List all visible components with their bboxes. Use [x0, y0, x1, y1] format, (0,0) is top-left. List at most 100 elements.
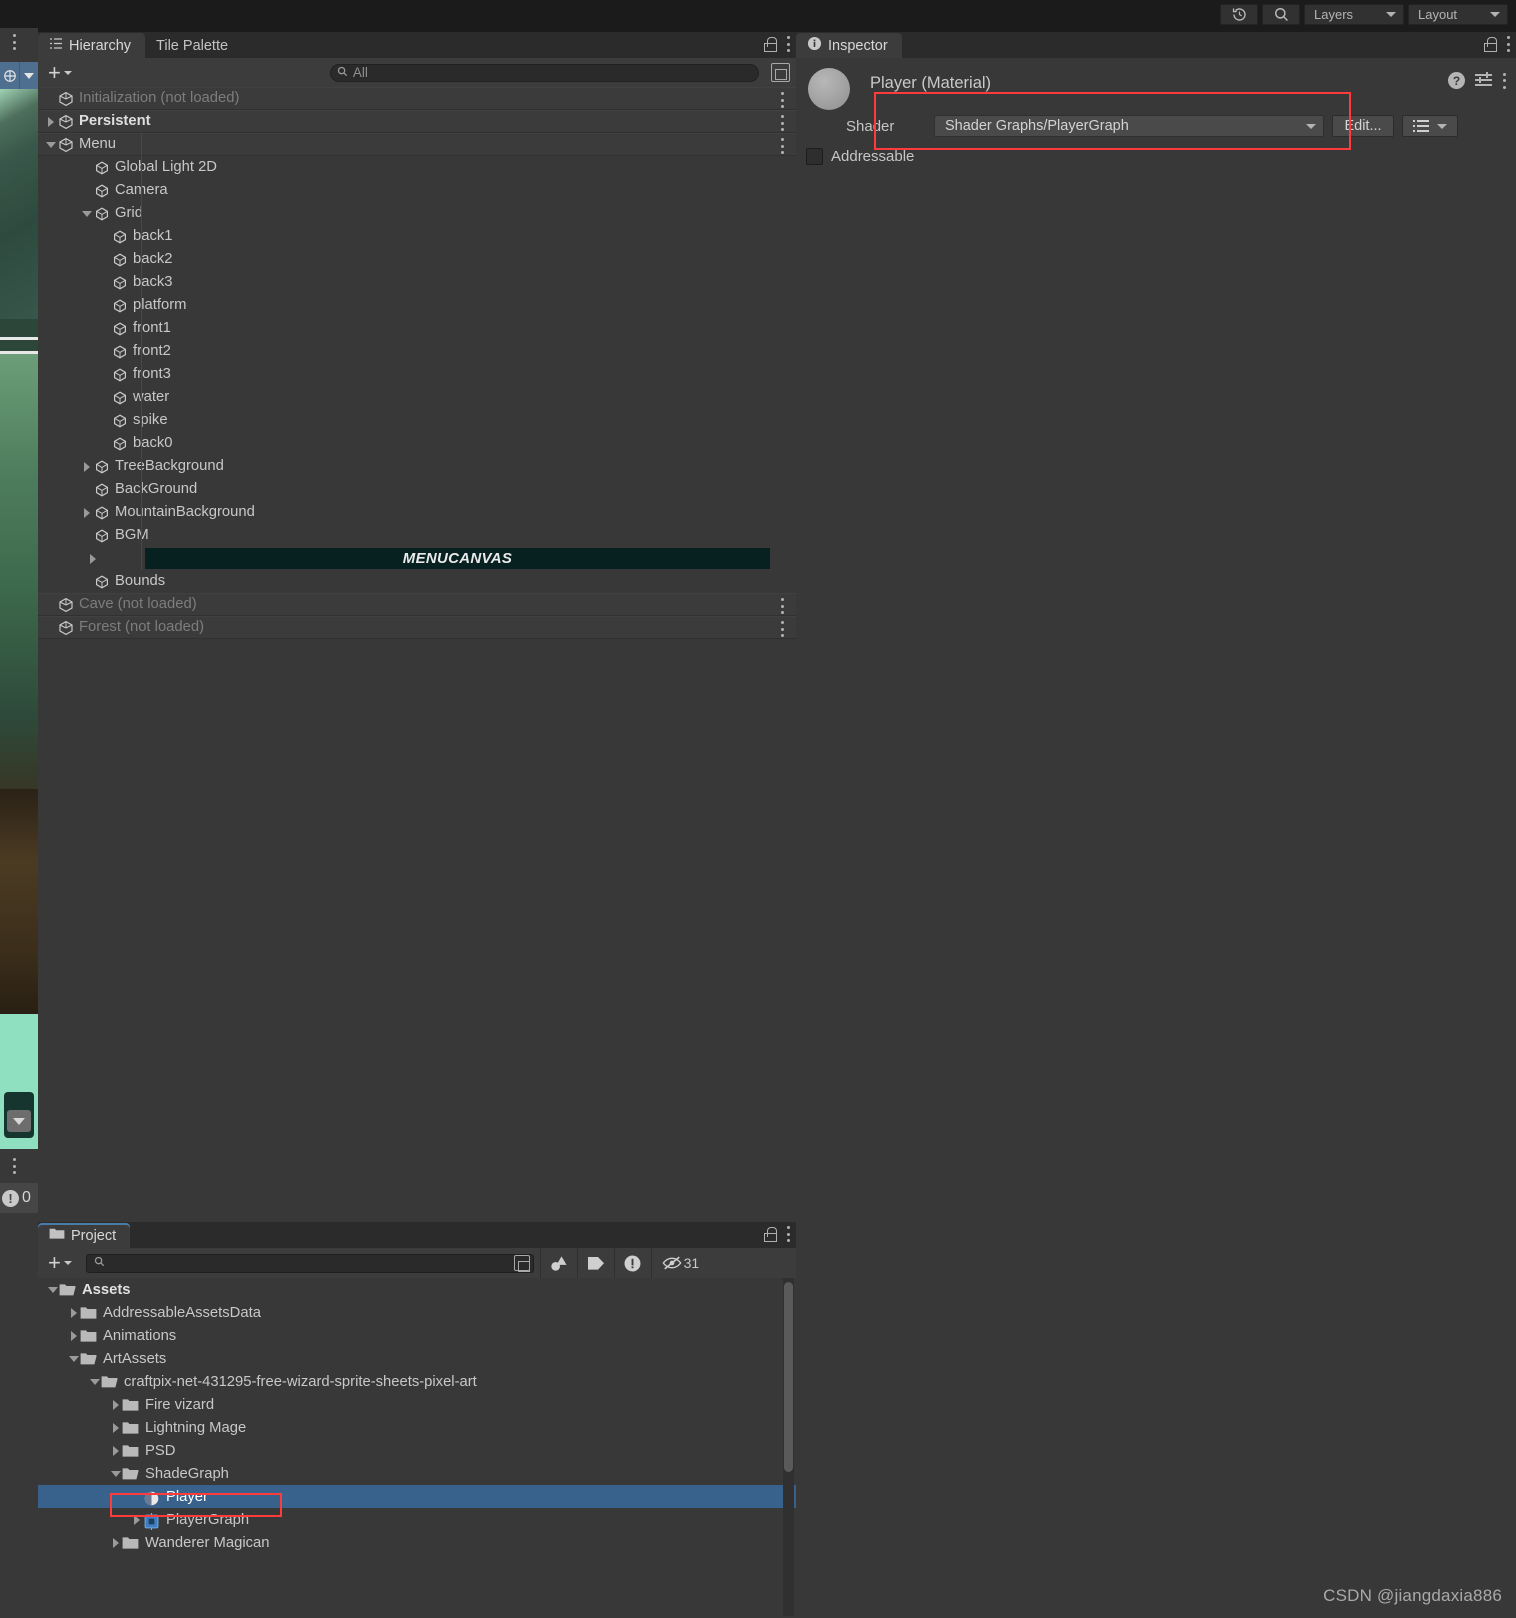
hierarchy-item-menucanvas[interactable]: MENUCANVAS: [38, 547, 796, 570]
layers-dropdown[interactable]: Layers: [1304, 3, 1404, 25]
lock-icon[interactable]: [763, 1226, 777, 1242]
scene-overlay-dropdown[interactable]: [0, 1081, 38, 1149]
expand-arrow-icon[interactable]: [109, 1393, 122, 1416]
expand-arrow-icon[interactable]: [44, 110, 57, 133]
scene-row-kebab-icon[interactable]: [780, 598, 784, 614]
hierarchy-item-treebackground[interactable]: TreeBackground: [38, 455, 796, 478]
hierarchy-item-back3[interactable]: back3: [38, 271, 796, 294]
expand-arrow-icon[interactable]: [86, 547, 99, 570]
project-item-craftpix-net-431295-free-wizard-sprite-sheets-pixel-art[interactable]: craftpix-net-431295-free-wizard-sprite-s…: [38, 1370, 796, 1393]
project-item-wanderer-magican[interactable]: Wanderer Magican: [38, 1531, 796, 1554]
hierarchy-item-global-light-2d[interactable]: Global Light 2D: [38, 156, 796, 179]
project-item-playergraph[interactable]: PlayerGraph: [38, 1508, 796, 1531]
expand-arrow-icon[interactable]: [80, 455, 93, 478]
scene-row-kebab-icon[interactable]: [780, 92, 784, 108]
project-item-artassets[interactable]: ArtAssets: [38, 1347, 796, 1370]
hierarchy-item-spike[interactable]: spike: [38, 409, 796, 432]
hierarchy-kebab-icon[interactable]: [786, 36, 790, 52]
shape-filter-icon[interactable]: [539, 1248, 577, 1278]
hierarchy-item-initialization-not-loaded[interactable]: Initialization (not loaded): [38, 87, 796, 110]
create-asset-button[interactable]: +: [44, 1252, 76, 1274]
history-icon[interactable]: [1220, 3, 1258, 25]
project-item-fire-vizard[interactable]: Fire vizard: [38, 1393, 796, 1416]
expand-arrow-icon[interactable]: [130, 1508, 143, 1531]
hierarchy-item-menu[interactable]: Menu: [38, 133, 796, 156]
hierarchy-item-label: back2: [133, 251, 173, 267]
hierarchy-item-front1[interactable]: front1: [38, 317, 796, 340]
hidden-assets-toggle[interactable]: 31: [650, 1248, 709, 1278]
popout-icon[interactable]: [513, 1255, 530, 1272]
expand-arrow-icon[interactable]: [67, 1301, 80, 1324]
project-item-animations[interactable]: Animations: [38, 1324, 796, 1347]
tab-tile-palette[interactable]: Tile Palette: [145, 33, 242, 58]
expand-arrow-icon[interactable]: [46, 1278, 59, 1301]
hierarchy-item-back1[interactable]: back1: [38, 225, 796, 248]
status-bar-warnings[interactable]: ! 0: [0, 1183, 38, 1213]
expand-arrow-icon[interactable]: [109, 1531, 122, 1554]
hierarchy-item-background[interactable]: BackGround: [38, 478, 796, 501]
tab-inspector[interactable]: Inspector: [796, 33, 902, 58]
hierarchy-item-mountainbackground[interactable]: MountainBackground: [38, 501, 796, 524]
layout-dropdown[interactable]: Layout: [1408, 3, 1508, 25]
hierarchy-item-front3[interactable]: front3: [38, 363, 796, 386]
hierarchy-item-bounds[interactable]: Bounds: [38, 570, 796, 593]
project-item-assets[interactable]: Assets: [38, 1278, 796, 1301]
hierarchy-toolbar: + All: [38, 58, 796, 87]
expand-arrow-icon[interactable]: [109, 1439, 122, 1462]
project-item-player[interactable]: Player: [38, 1485, 796, 1508]
project-item-psd[interactable]: PSD: [38, 1439, 796, 1462]
scene-kebab-icon-2[interactable]: [12, 1158, 16, 1174]
scene-row-kebab-icon[interactable]: [780, 115, 784, 131]
material-kebab-icon[interactable]: [1502, 72, 1506, 89]
preset-icon[interactable]: [1475, 72, 1492, 88]
hierarchy-item-grid[interactable]: Grid: [38, 202, 796, 225]
hierarchy-item-forest-not-loaded[interactable]: Forest (not loaded): [38, 616, 796, 639]
project-item-addressableassetsdata[interactable]: AddressableAssetsData: [38, 1301, 796, 1324]
expand-arrow-icon[interactable]: [109, 1462, 122, 1485]
add-gameobject-button[interactable]: +: [44, 61, 76, 83]
hierarchy-tree[interactable]: Initialization (not loaded) Persistent Men…: [38, 87, 796, 639]
expand-arrow-icon[interactable]: [80, 501, 93, 524]
hierarchy-search-input[interactable]: All: [329, 63, 759, 82]
hierarchy-item-camera[interactable]: Camera: [38, 179, 796, 202]
expand-arrow-icon[interactable]: [88, 1370, 101, 1393]
popout-icon[interactable]: [771, 63, 790, 82]
search-icon[interactable]: [1262, 3, 1300, 25]
project-kebab-icon[interactable]: [786, 1226, 790, 1242]
project-tree[interactable]: Assets AddressableAssetsData Animations Art…: [38, 1278, 796, 1616]
project-search-input[interactable]: [85, 1253, 534, 1273]
help-icon[interactable]: ?: [1448, 72, 1465, 89]
addressable-row[interactable]: Addressable: [796, 148, 1516, 165]
warning-filter-icon[interactable]: [613, 1248, 651, 1278]
addressable-checkbox[interactable]: [806, 148, 823, 165]
expand-arrow-icon[interactable]: [67, 1324, 80, 1347]
inspector-kebab-icon[interactable]: [1506, 36, 1510, 52]
scene-kebab-icon[interactable]: [12, 34, 16, 50]
expand-arrow-icon[interactable]: [44, 133, 57, 156]
project-item-lightning-mage[interactable]: Lightning Mage: [38, 1416, 796, 1439]
hierarchy-item-persistent[interactable]: Persistent: [38, 110, 796, 133]
expand-arrow-icon[interactable]: [67, 1347, 80, 1370]
project-scrollbar-thumb[interactable]: [784, 1282, 793, 1472]
hierarchy-item-bgm[interactable]: BGM: [38, 524, 796, 547]
tab-project[interactable]: Project: [38, 1223, 131, 1248]
hierarchy-item-back2[interactable]: back2: [38, 248, 796, 271]
tab-hierarchy[interactable]: Hierarchy: [38, 33, 146, 58]
hierarchy-item-water[interactable]: water: [38, 386, 796, 409]
scene-tool-buttons[interactable]: [0, 62, 38, 89]
hierarchy-item-front2[interactable]: front2: [38, 340, 796, 363]
expand-arrow-icon[interactable]: [109, 1416, 122, 1439]
expand-arrow-icon[interactable]: [80, 202, 93, 225]
hierarchy-item-cave-not-loaded[interactable]: Cave (not loaded): [38, 593, 796, 616]
lock-icon[interactable]: [1483, 36, 1497, 52]
project-item-shadegraph[interactable]: ShadeGraph: [38, 1462, 796, 1485]
global-pivot-icon[interactable]: [0, 62, 19, 89]
hierarchy-item-platform[interactable]: platform: [38, 294, 796, 317]
lock-icon[interactable]: [763, 36, 777, 52]
scene-row-kebab-icon[interactable]: [780, 138, 784, 154]
label-filter-icon[interactable]: [576, 1248, 614, 1278]
chevron-down-icon[interactable]: [7, 1110, 31, 1132]
scene-row-kebab-icon[interactable]: [780, 621, 784, 637]
scene-dropdown-icon[interactable]: [19, 62, 38, 89]
hierarchy-item-back0[interactable]: back0: [38, 432, 796, 455]
